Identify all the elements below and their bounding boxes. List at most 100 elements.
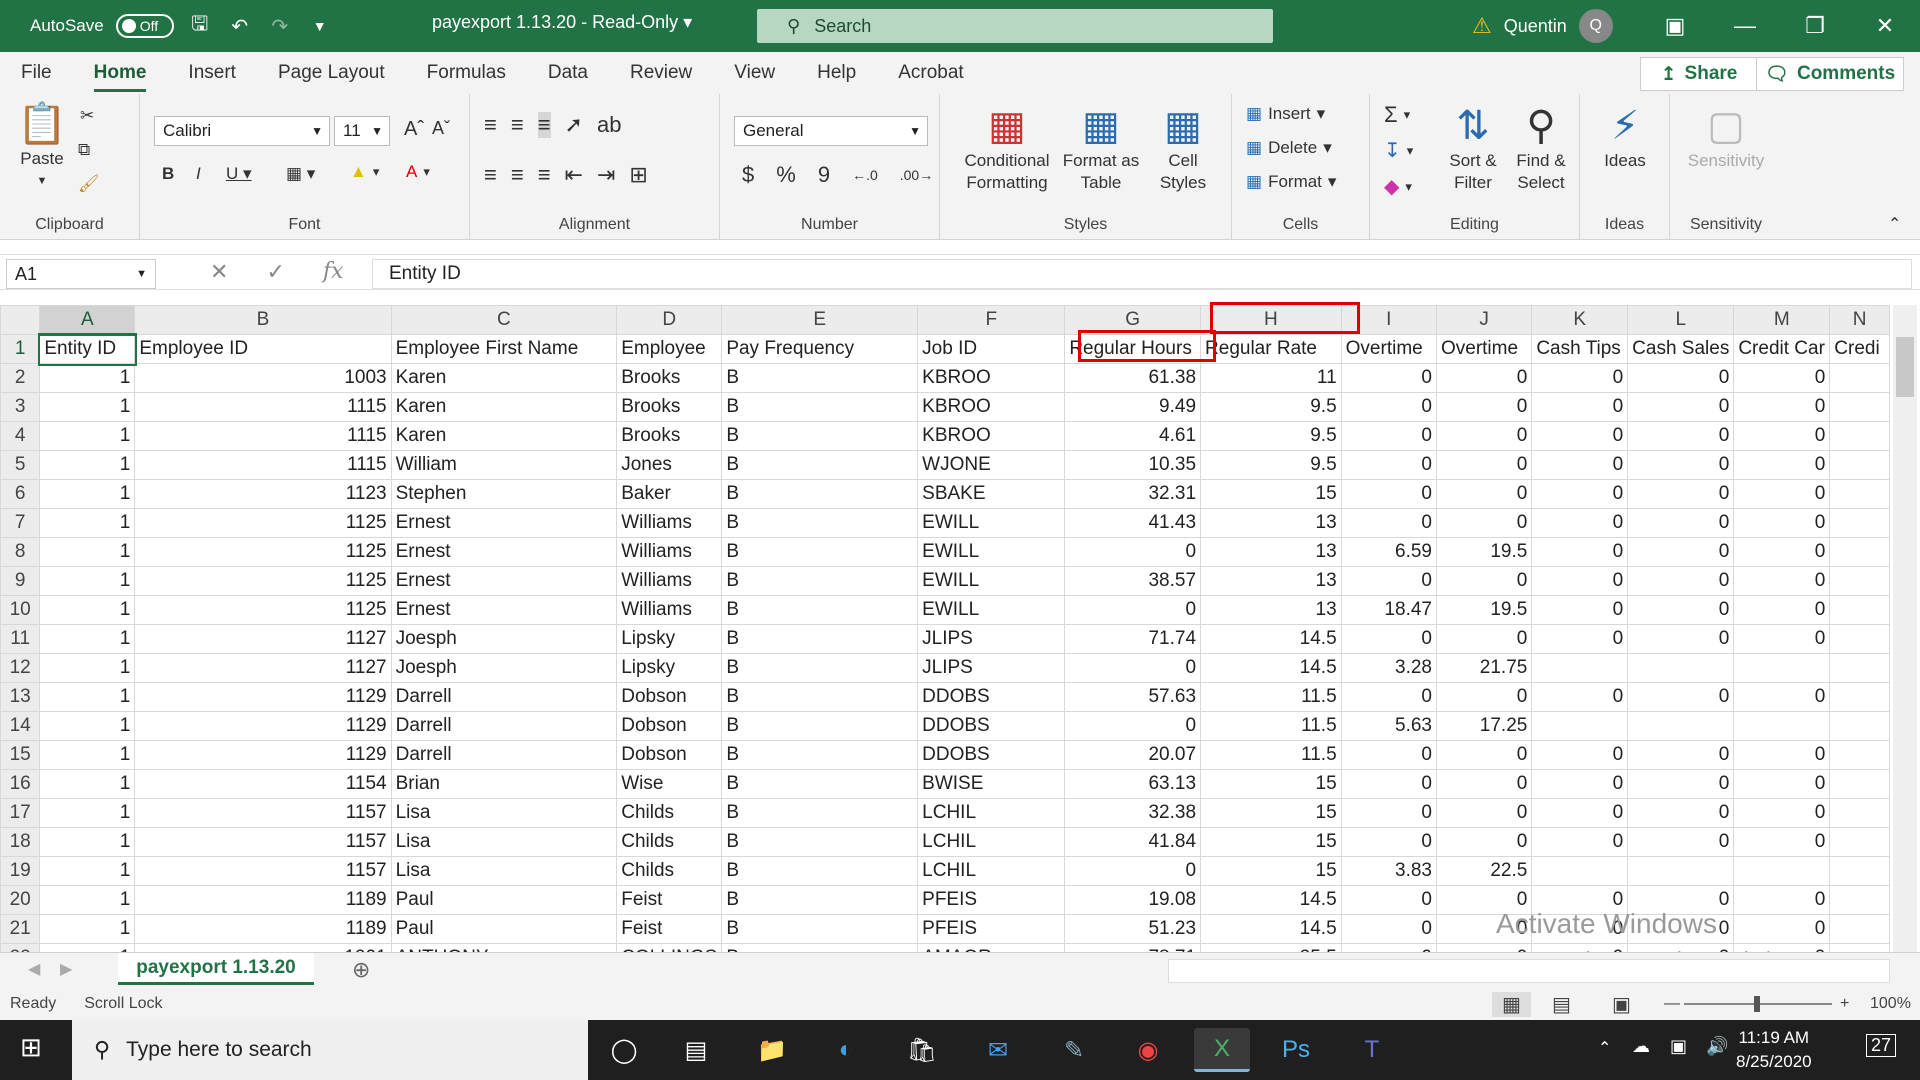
cell-e13[interactable]: B [721, 682, 919, 712]
minimize-icon[interactable]: — [1710, 0, 1780, 52]
cell-j12[interactable]: 21.75 [1435, 653, 1533, 683]
cell-h2[interactable]: 11 [1200, 363, 1342, 393]
cell-b22[interactable]: 1201 [134, 943, 392, 952]
cell-c21[interactable]: Paul [390, 914, 618, 944]
cell-c14[interactable]: Darrell [390, 711, 618, 741]
cell-b8[interactable]: 1125 [134, 537, 392, 567]
tab-review[interactable]: Review [609, 52, 713, 94]
cell-i6[interactable]: 0 [1340, 479, 1437, 509]
cell-l17[interactable]: 0 [1627, 798, 1735, 828]
cell-n5[interactable] [1829, 450, 1890, 480]
cell-h4[interactable]: 9.5 [1200, 421, 1342, 451]
borders-icon[interactable]: ▦ ▾ [286, 164, 315, 184]
zoom-out-icon[interactable]: — [1664, 995, 1680, 1013]
cell-f19[interactable]: LCHIL [917, 856, 1066, 886]
column-header-e[interactable]: E [721, 305, 919, 335]
function-icon[interactable]: fx [323, 259, 344, 285]
cell-d12[interactable]: Lipsky [616, 653, 723, 683]
cell-m6[interactable]: 0 [1733, 479, 1831, 509]
cell-a7[interactable]: 1 [39, 508, 136, 538]
cell-d2[interactable]: Brooks [616, 363, 723, 393]
chrome-icon[interactable]: ◉ [1120, 1028, 1176, 1072]
taskbar-search[interactable]: ⚲ Type here to search [72, 1020, 588, 1080]
cell-l4[interactable]: 0 [1627, 421, 1735, 451]
cell-k7[interactable]: 0 [1531, 508, 1629, 538]
cell-k11[interactable]: 0 [1531, 624, 1629, 654]
cell-k17[interactable]: 0 [1531, 798, 1629, 828]
cell-h17[interactable]: 15 [1200, 798, 1342, 828]
cell-h18[interactable]: 15 [1200, 827, 1342, 857]
chevron-up-icon[interactable]: ⌃ [1598, 1038, 1611, 1058]
cell-n15[interactable] [1829, 740, 1890, 770]
cell-i12[interactable]: 3.28 [1340, 653, 1437, 683]
cell-i15[interactable]: 0 [1340, 740, 1437, 770]
column-header-c[interactable]: C [390, 305, 618, 335]
cell-l13[interactable]: 0 [1627, 682, 1735, 712]
format-cells-button[interactable]: ▦ Format ▾ [1246, 172, 1336, 192]
cell-n18[interactable] [1829, 827, 1890, 857]
cell-m16[interactable]: 0 [1733, 769, 1831, 799]
cell-a8[interactable]: 1 [39, 537, 136, 567]
find-select-button[interactable]: ⚲ Find & Select [1508, 102, 1574, 194]
cell-d6[interactable]: Baker [616, 479, 723, 509]
cell-i13[interactable]: 0 [1340, 682, 1437, 712]
cell-m18[interactable]: 0 [1733, 827, 1831, 857]
cell-k2[interactable]: 0 [1531, 363, 1629, 393]
avatar[interactable]: Q [1578, 9, 1613, 43]
cell-j16[interactable]: 0 [1435, 769, 1533, 799]
tab-file[interactable]: File [0, 52, 73, 94]
conditional-formatting-button[interactable]: ▦ Conditional Formatting [958, 102, 1056, 194]
clock[interactable]: 11:19 AM 8/25/2020 [1736, 1026, 1812, 1074]
cell-f15[interactable]: DDOBS [917, 740, 1066, 770]
autosave-toggle[interactable]: Off [115, 14, 174, 38]
cell-m8[interactable]: 0 [1733, 537, 1831, 567]
cell-g10[interactable]: 0 [1064, 595, 1202, 625]
cell-k5[interactable]: 0 [1531, 450, 1629, 480]
cell-i21[interactable]: 0 [1340, 914, 1437, 944]
collapse-ribbon-icon[interactable]: ⌃ [1888, 214, 1901, 234]
cell-i14[interactable]: 5.63 [1340, 711, 1437, 741]
cell-g11[interactable]: 71.74 [1064, 624, 1202, 654]
decrease-indent-icon[interactable]: ⇤ [565, 162, 583, 188]
cell-b4[interactable]: 1115 [134, 421, 392, 451]
cell-styles-button[interactable]: ▦ Cell Styles [1148, 102, 1218, 194]
underline-button[interactable]: U ▾ [226, 164, 252, 184]
share-button[interactable]: ↥ Share [1640, 57, 1758, 91]
next-sheet-icon[interactable]: ▶ [60, 959, 72, 979]
cell-n12[interactable] [1829, 653, 1890, 683]
cell-m3[interactable]: 0 [1733, 392, 1831, 422]
cell-c3[interactable]: Karen [390, 392, 618, 422]
volume-icon[interactable]: 🔊 [1706, 1036, 1728, 1057]
insert-cells-button[interactable]: ▦ Insert ▾ [1246, 104, 1325, 124]
cell-b3[interactable]: 1115 [134, 392, 392, 422]
sort-filter-button[interactable]: ⇅ Sort & Filter [1440, 102, 1506, 194]
cell-n9[interactable] [1829, 566, 1890, 596]
wrap-text-icon[interactable]: ab [597, 112, 621, 138]
cell-l11[interactable]: 0 [1627, 624, 1735, 654]
scroll-thumb[interactable] [1896, 337, 1914, 397]
ideas-button[interactable]: ⚡ Ideas [1590, 102, 1660, 172]
cell-e20[interactable]: B [721, 885, 919, 915]
cell-c19[interactable]: Lisa [390, 856, 618, 886]
row-header[interactable]: 20 [0, 885, 41, 915]
cell-k1[interactable]: Cash Tips [1531, 334, 1629, 364]
cell-i10[interactable]: 18.47 [1340, 595, 1437, 625]
cell-e5[interactable]: B [721, 450, 919, 480]
row-header[interactable]: 18 [0, 827, 41, 857]
warning-icon[interactable]: ⚠ [1472, 13, 1492, 39]
cell-n2[interactable] [1829, 363, 1890, 393]
align-center-icon[interactable]: ≡ [511, 162, 524, 188]
prev-sheet-icon[interactable]: ◀ [28, 959, 40, 979]
cell-l5[interactable]: 0 [1627, 450, 1735, 480]
cell-l6[interactable]: 0 [1627, 479, 1735, 509]
cell-m17[interactable]: 0 [1733, 798, 1831, 828]
row-header[interactable]: 19 [0, 856, 41, 886]
cell-n21[interactable] [1829, 914, 1890, 944]
network-icon[interactable]: ☁ [1632, 1036, 1650, 1057]
cell-h16[interactable]: 15 [1200, 769, 1342, 799]
cell-h12[interactable]: 14.5 [1200, 653, 1342, 683]
column-header-b[interactable]: B [134, 305, 392, 335]
cell-f6[interactable]: SBAKE [917, 479, 1066, 509]
cell-m4[interactable]: 0 [1733, 421, 1831, 451]
cell-i9[interactable]: 0 [1340, 566, 1437, 596]
